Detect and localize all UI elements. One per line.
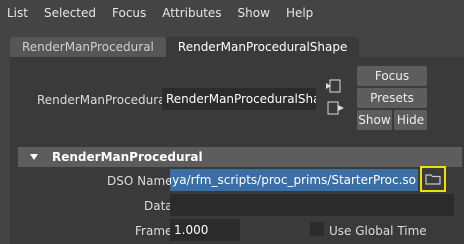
node-tabs: RenderManProcedural RenderManProceduralS… xyxy=(10,37,360,57)
dso-name-value: /maya/rfm_scripts/proc_prims/StarterProc… xyxy=(170,173,416,187)
menu-help[interactable]: Help xyxy=(279,6,322,20)
menu-selected[interactable]: Selected xyxy=(37,6,105,20)
focus-button[interactable]: Focus xyxy=(357,66,427,86)
section-title: RenderManProcedural xyxy=(52,150,203,164)
tab-rendermanproceduralshape[interactable]: RenderManProceduralShape xyxy=(165,37,360,57)
rendermanprocedural-section-header[interactable]: RenderManProcedural xyxy=(18,147,462,167)
frame-label: Frame xyxy=(135,224,173,238)
menu-show[interactable]: Show xyxy=(231,6,279,20)
node-name-field[interactable]: RenderManProceduralShape xyxy=(162,88,316,110)
folder-icon[interactable] xyxy=(424,170,442,188)
input-connection-icon[interactable] xyxy=(326,77,346,95)
hide-button[interactable]: Hide xyxy=(394,110,427,130)
menu-list[interactable]: List xyxy=(0,6,37,20)
use-global-time-checkbox[interactable] xyxy=(310,222,324,236)
dso-name-field[interactable]: /maya/rfm_scripts/proc_prims/StarterProc… xyxy=(170,169,418,191)
tab-rendermanprocedural[interactable]: RenderManProcedural xyxy=(10,37,166,57)
menu-focus[interactable]: Focus xyxy=(105,6,155,20)
show-button[interactable]: Show xyxy=(357,110,392,130)
use-global-time-label: Use Global Time xyxy=(329,224,427,238)
data-field[interactable] xyxy=(170,194,454,216)
menu-bar: List Selected Focus Attributes Show Help xyxy=(0,0,464,26)
frame-field[interactable]: 1.000 xyxy=(170,219,240,241)
collapse-triangle-icon xyxy=(30,154,38,160)
data-label: Data xyxy=(144,199,173,213)
presets-button[interactable]: Presets xyxy=(357,88,427,108)
output-connection-icon[interactable] xyxy=(326,99,346,117)
dso-name-label: DSO Name xyxy=(107,174,173,188)
menu-attributes[interactable]: Attributes xyxy=(155,6,230,20)
node-name-label: RenderManProcedural: xyxy=(37,93,173,107)
